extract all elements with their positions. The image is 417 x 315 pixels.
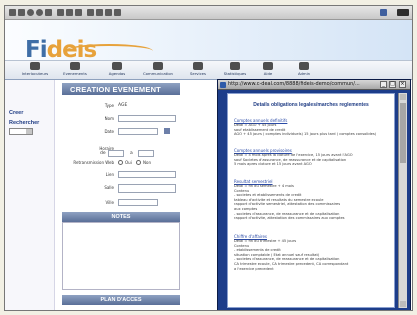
salle-label: Salle xyxy=(104,185,114,190)
obligations-popup-window: http://www.c-deal.com/8888/fideis-demo/c… xyxy=(217,79,411,310)
refresh-icon[interactable] xyxy=(36,9,43,16)
events-icon xyxy=(70,62,80,70)
date-input[interactable] xyxy=(118,128,158,135)
close-icon[interactable]: × xyxy=(399,81,406,88)
stop-icon[interactable] xyxy=(27,9,34,16)
sidebar: Creer Rechercher xyxy=(5,80,55,310)
mail-icon[interactable] xyxy=(87,9,94,16)
scroll-up-icon[interactable] xyxy=(400,94,406,100)
home-icon[interactable] xyxy=(45,9,52,16)
popup-title-bar: http://www.c-deal.com/8888/fideis-demo/c… xyxy=(218,80,410,90)
print-icon[interactable] xyxy=(96,9,103,16)
type-label: Type xyxy=(104,103,114,108)
horaire-a-label: a xyxy=(130,151,133,156)
links-icon[interactable] xyxy=(380,9,387,16)
popup-heading: Details obligations legales/marches regl… xyxy=(253,102,369,108)
block-comptes-provisoires: Comptes annuels provisoires Delai = 4 mo… xyxy=(234,148,392,167)
back-icon[interactable] xyxy=(9,9,16,16)
search-icon[interactable] xyxy=(57,9,64,16)
page-title: CREATION EVENEMENT xyxy=(62,83,180,95)
discuss-icon[interactable] xyxy=(114,9,121,16)
stats-icon xyxy=(230,62,240,70)
salle-textarea[interactable] xyxy=(118,184,176,193)
event-creation-panel: CREATION EVENEMENT Type AGE Nom Date Hora… xyxy=(56,80,216,310)
nom-input[interactable] xyxy=(118,115,176,122)
calendar-icon xyxy=(112,62,122,70)
ie-page-icon xyxy=(220,82,226,88)
popup-scrollbar[interactable] xyxy=(398,93,407,308)
scroll-thumb[interactable] xyxy=(400,103,406,163)
forward-icon[interactable] xyxy=(18,9,25,16)
browser-window: Fideis Interlocuteurs Evenements Agendas… xyxy=(4,5,413,311)
retransmission-oui-radio[interactable] xyxy=(118,160,123,165)
non-label: Non xyxy=(143,160,151,165)
favorites-icon[interactable] xyxy=(66,9,73,16)
lien-input[interactable] xyxy=(118,171,176,178)
nav-item-agendas[interactable]: Agendas xyxy=(95,62,139,76)
communication-icon xyxy=(153,62,163,70)
date-label: Date xyxy=(104,129,114,134)
sidebar-search-select[interactable] xyxy=(9,128,33,135)
services-icon xyxy=(193,62,203,70)
app-header: Fideis xyxy=(5,20,412,63)
edit-icon[interactable] xyxy=(105,9,112,16)
block-chiffre-affaires: Chiffre d'affaires Delai = fin du trimes… xyxy=(234,234,392,271)
block-comptes-definitifs: Comptes annuels definitifs Delai = AGO +… xyxy=(234,118,392,137)
logo-swoosh xyxy=(65,44,153,58)
popup-url: http://www.c-deal.com/8888/fideis-demo/c… xyxy=(228,81,360,87)
horaire-start-input[interactable] xyxy=(108,150,124,157)
main-navigation: Interlocuteurs Evenements Agendas Commun… xyxy=(5,60,412,80)
horaire-end-input[interactable] xyxy=(138,150,154,157)
popup-content: Details obligations legales/marches regl… xyxy=(227,93,395,308)
lien-label: Lien xyxy=(105,172,114,177)
history-icon[interactable] xyxy=(75,9,82,16)
block-resultat-semestriel: Resultat semestriel Delai = fin du semes… xyxy=(234,179,392,221)
ville-input[interactable] xyxy=(118,199,158,206)
nom-label: Nom xyxy=(104,116,114,121)
retransmission-non-radio[interactable] xyxy=(136,160,141,165)
sidebar-create-link[interactable]: Creer xyxy=(9,110,23,116)
admin-icon xyxy=(299,62,309,70)
horaire-de-label: de xyxy=(100,151,106,156)
maximize-icon[interactable]: □ xyxy=(389,81,396,88)
nav-item-interlocuteurs[interactable]: Interlocuteurs xyxy=(13,62,57,76)
calendar-picker-icon[interactable] xyxy=(164,128,170,134)
browser-toolbar xyxy=(5,6,412,20)
nav-item-communication[interactable]: Communication xyxy=(136,62,180,76)
minimize-icon[interactable]: _ xyxy=(380,81,387,88)
nav-item-admin[interactable]: Admin xyxy=(282,62,326,76)
notes-section-title: NOTES xyxy=(62,212,180,222)
type-value: AGE xyxy=(118,103,128,108)
contacts-icon xyxy=(30,62,40,70)
retransmission-label: Retransmission Web xyxy=(73,160,114,165)
notes-textarea[interactable] xyxy=(62,222,180,290)
ville-label: Ville xyxy=(105,200,114,205)
oui-label: Oui xyxy=(125,160,132,165)
help-icon xyxy=(263,62,273,70)
browser-logo-icon xyxy=(397,9,409,16)
nav-item-evenements[interactable]: Evenements xyxy=(53,62,97,76)
scroll-down-icon[interactable] xyxy=(400,301,406,307)
plan-acces-section-title: PLAN D'ACCES xyxy=(62,295,180,305)
sidebar-search-link[interactable]: Rechercher xyxy=(9,120,39,126)
